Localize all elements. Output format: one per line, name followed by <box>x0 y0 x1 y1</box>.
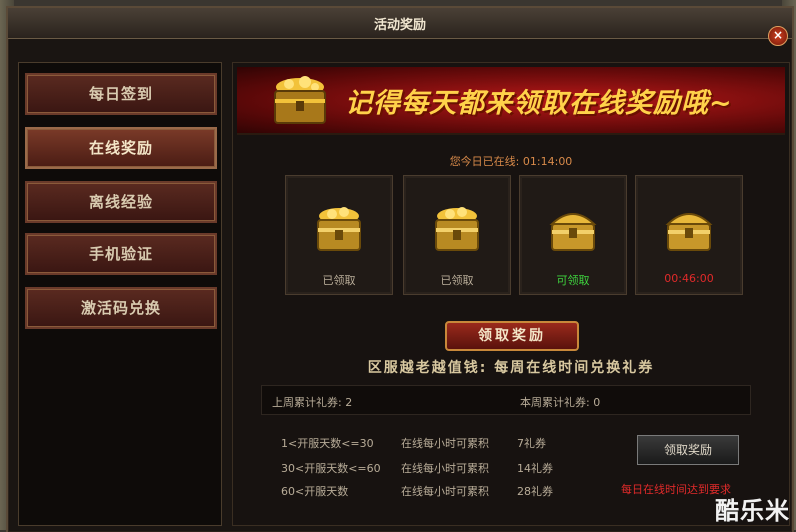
treasure-chest-icon <box>274 76 326 124</box>
window-title: 活动奖励 <box>373 18 426 33</box>
online-time-label: 您今日已在线: <box>449 155 520 168</box>
weekly-exchange-slogan: 区服越老越值钱: 每周在线时间兑换礼券 <box>367 360 655 376</box>
treasure-chest-closed-icon <box>665 213 713 251</box>
rule-desc: 在线每小时可累积 <box>401 462 489 475</box>
online-time-value: 01:14:00 <box>522 155 573 168</box>
rule-desc: 在线每小时可累积 <box>401 485 489 498</box>
sidebar-item-daily-signin[interactable]: 每日签到 <box>25 73 217 115</box>
main-panel: 记得每天都来领取在线奖励哦~ 您今日已在线: 01:14:00 已领取 已领取 … <box>232 62 790 526</box>
reward-chest-3[interactable]: 可领取 <box>519 175 627 295</box>
this-week-coupons-value: 0 <box>593 396 601 409</box>
exchange-reward-button[interactable]: 领取奖励 <box>637 435 739 465</box>
banner-text: 记得每天都来领取在线奖励哦~ <box>345 88 733 119</box>
claim-reward-button[interactable]: 领取奖励 <box>445 321 579 351</box>
reward-chest-2[interactable]: 已领取 <box>403 175 511 295</box>
rule-desc: 在线每小时可累积 <box>401 437 489 450</box>
rule-reward: 14礼券 <box>517 462 553 475</box>
reward-chest-1[interactable]: 已领取 <box>285 175 393 295</box>
coupon-summary: 上周累计礼券: 2 本周累计礼券: 0 <box>261 385 751 415</box>
activity-reward-window: 活动奖励 × 每日签到 在线奖励 离线经验 手机验证 激活码兑换 记得每天都来领… <box>6 6 794 532</box>
window-titlebar[interactable]: 活动奖励 <box>8 8 792 39</box>
treasure-chest-closed-icon <box>549 213 597 251</box>
treasure-chest-open-icon <box>317 207 361 251</box>
reward-status: 已领取 <box>322 274 356 287</box>
reward-countdown: 00:46:00 <box>664 272 714 285</box>
reward-chest-4[interactable]: 00:46:00 <box>635 175 743 295</box>
this-week-coupons: 本周累计礼券: 0 <box>520 394 600 410</box>
rule-range: 1<开服天数<=30 <box>281 437 374 450</box>
last-week-coupons-label: 上周累计礼券: <box>272 396 342 409</box>
site-watermark: 酷乐米 <box>715 497 790 525</box>
rule-reward: 7礼券 <box>517 437 546 450</box>
reward-status: 已领取 <box>440 274 474 287</box>
rule-range: 30<开服天数<=60 <box>281 462 381 475</box>
reward-status: 可领取 <box>556 274 590 287</box>
last-week-coupons-value: 2 <box>345 396 353 409</box>
rule-reward: 28礼券 <box>517 485 553 498</box>
last-week-coupons: 上周累计礼券: 2 <box>272 394 352 410</box>
sidebar: 每日签到 在线奖励 离线经验 手机验证 激活码兑换 <box>18 62 222 526</box>
banner: 记得每天都来领取在线奖励哦~ <box>237 67 785 135</box>
sidebar-item-activation-code[interactable]: 激活码兑换 <box>25 287 217 329</box>
rule-range: 60<开服天数 <box>281 485 349 498</box>
sidebar-item-phone-verify[interactable]: 手机验证 <box>25 233 217 275</box>
close-button[interactable]: × <box>768 26 788 46</box>
treasure-chest-open-icon <box>435 207 479 251</box>
sidebar-item-offline-exp[interactable]: 离线经验 <box>25 181 217 223</box>
sidebar-item-online-reward[interactable]: 在线奖励 <box>25 127 217 169</box>
this-week-coupons-label: 本周累计礼券: <box>520 396 590 409</box>
online-time: 您今日已在线: 01:14:00 <box>233 153 789 169</box>
